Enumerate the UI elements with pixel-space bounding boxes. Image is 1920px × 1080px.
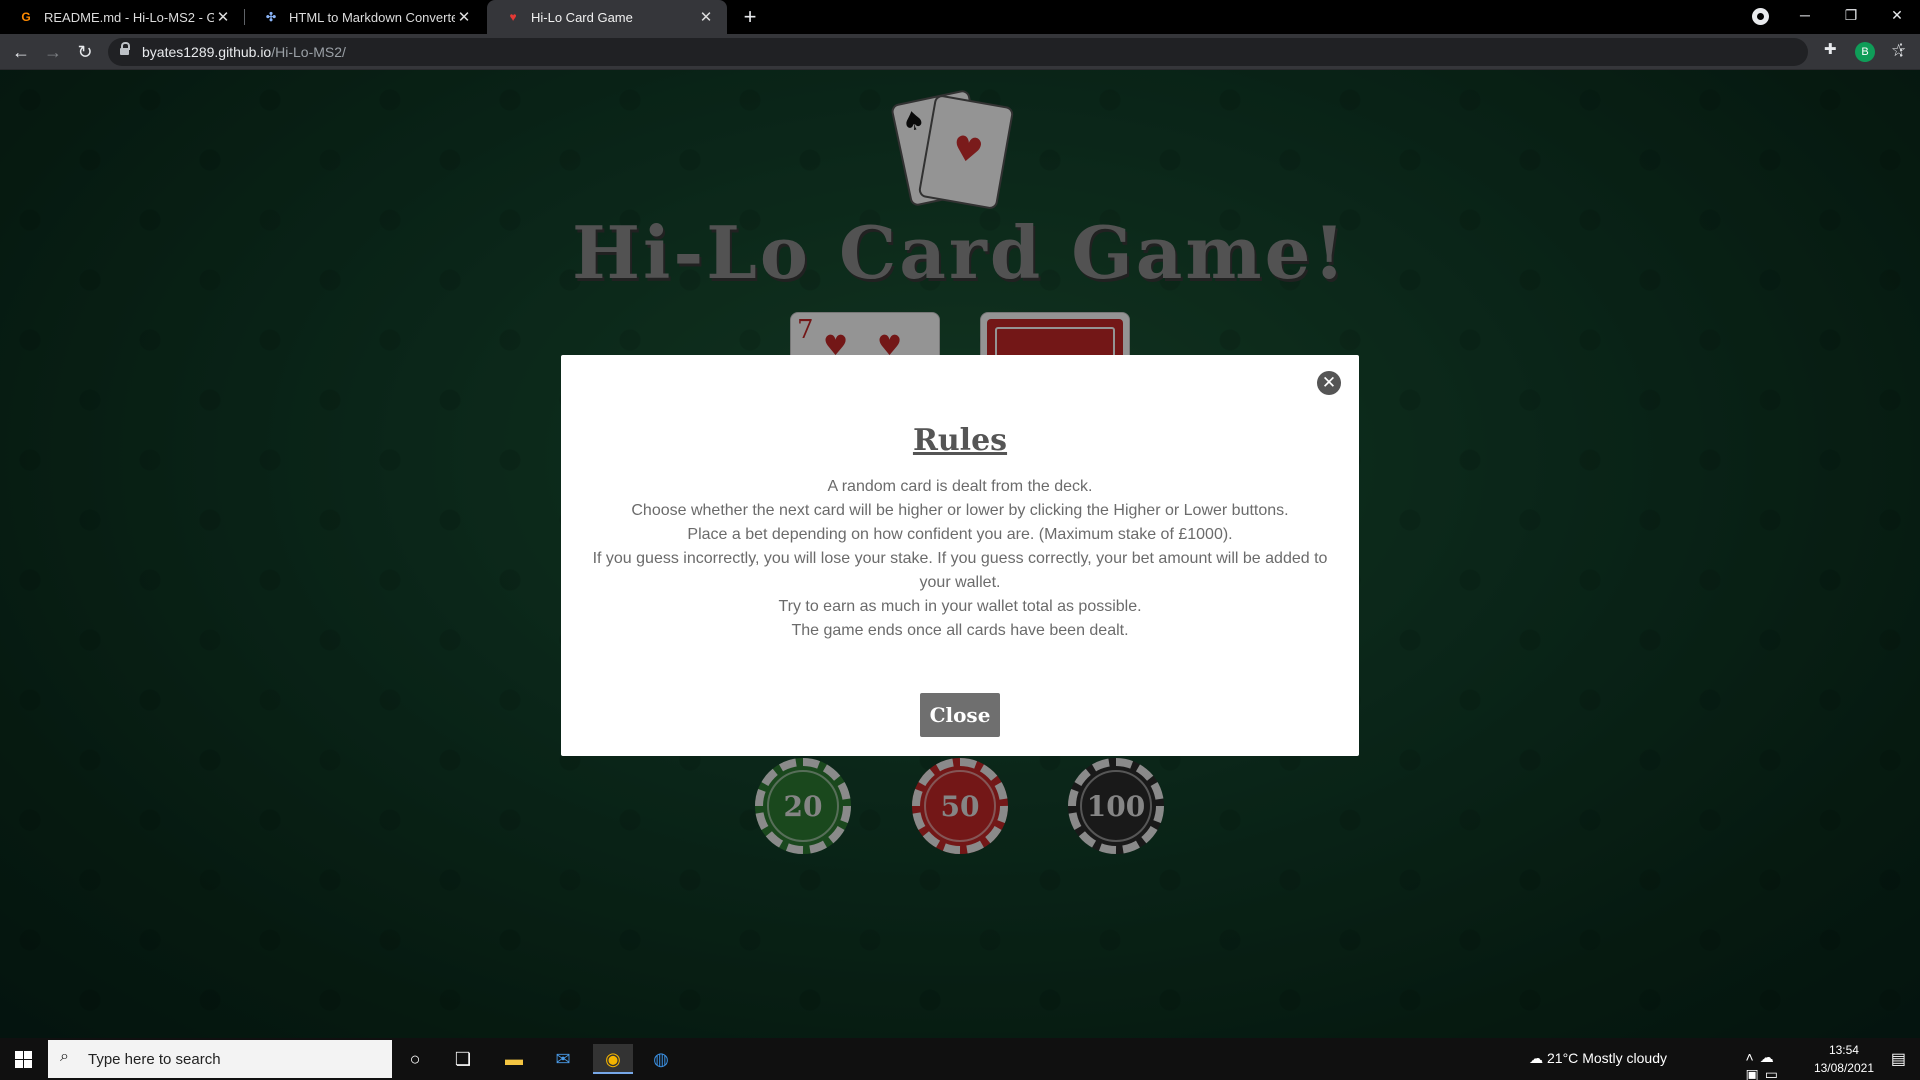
minimize-button[interactable]: ─: [1782, 0, 1828, 30]
url-path: /Hi-Lo-MS2/: [271, 44, 346, 60]
converter-icon: ✣: [265, 10, 277, 24]
media-control-icon[interactable]: [1752, 8, 1769, 25]
close-window-button[interactable]: ✕: [1874, 0, 1920, 30]
rule-line: Choose whether the next card will be hig…: [631, 502, 1289, 519]
tray-icons[interactable]: ˄☁▣▭🕪: [1746, 1049, 1784, 1080]
search-icon: ⌕: [60, 1048, 69, 1065]
rule-line: Try to earn as much in your wallet total…: [778, 598, 1142, 615]
gitpod-icon: G: [21, 10, 31, 24]
clock-date: 13/08/2021: [1813, 1061, 1874, 1075]
weather-widget[interactable]: ☁ 21°C Mostly cloudy: [1529, 1050, 1667, 1067]
mail-icon[interactable]: ✉: [543, 1044, 583, 1074]
tab-hi-lo-card-game[interactable]: ♥ Hi-Lo Card Game ✕: [487, 0, 727, 34]
rules-text: A random card is dealt from the deck. Ch…: [589, 475, 1331, 643]
url-text: byates1289.github.io/Hi-Lo-MS2/: [142, 44, 346, 60]
forward-button[interactable]: →: [41, 40, 65, 64]
window-controls: ─ ❐ ✕: [1782, 0, 1920, 34]
page-viewport: ♠ ♥ Hi-Lo Card Game! 7 ♥ ♥ 20 50 100 ✕ R…: [0, 70, 1920, 1038]
browser-menu-icon[interactable]: ⋮: [1893, 40, 1909, 60]
taskbar-search-box[interactable]: ⌕ Type here to search: [48, 1040, 392, 1078]
new-tab-button[interactable]: +: [737, 4, 763, 30]
cloud-icon: ☁: [1529, 1050, 1544, 1066]
browser-tab-strip: G README.md - Hi-Lo-MS2 - Gitpo ✕ ✣ HTML…: [0, 0, 1920, 34]
weather-temp: 21°C: [1547, 1050, 1579, 1066]
url-host: byates1289.github.io: [142, 44, 272, 60]
rule-line: The game ends once all cards have been d…: [791, 622, 1129, 639]
cortana-icon[interactable]: ○: [395, 1044, 435, 1074]
windows-start-icon[interactable]: [0, 1038, 46, 1080]
back-button[interactable]: ←: [9, 40, 33, 64]
address-bar[interactable]: byates1289.github.io/Hi-Lo-MS2/ ☆: [108, 38, 1906, 66]
rule-line: Place a bet depending on how confident y…: [687, 526, 1233, 543]
file-explorer-icon[interactable]: ▬: [494, 1044, 534, 1074]
windows-taskbar: ⌕ Type here to search ○ ❏ ▬ ✉ ◉ ◍ ☁ 21°C…: [0, 1038, 1920, 1080]
close-icon[interactable]: ✕: [214, 8, 232, 26]
tab-readme[interactable]: G README.md - Hi-Lo-MS2 - Gitpo ✕: [0, 0, 244, 34]
restore-button[interactable]: ❐: [1828, 0, 1874, 30]
rule-line: A random card is dealt from the deck.: [827, 478, 1093, 495]
tab-html-to-markdown[interactable]: ✣ HTML to Markdown Converter - ✕: [245, 0, 485, 34]
notification-icon[interactable]: ▤: [1891, 1049, 1906, 1069]
reload-button[interactable]: ↻: [73, 40, 97, 64]
modal-title: Rules: [912, 423, 1008, 458]
rules-modal: ✕ Rules A random card is dealt from the …: [561, 355, 1359, 756]
extensions-puzzle-icon[interactable]: ✚: [1824, 40, 1837, 58]
close-button[interactable]: Close: [920, 693, 1000, 737]
firefox-icon[interactable]: ◍: [641, 1044, 681, 1074]
close-icon[interactable]: ✕: [697, 8, 715, 26]
weather-desc: Mostly cloudy: [1582, 1050, 1667, 1066]
browser-toolbar: ← → ↻ byates1289.github.io/Hi-Lo-MS2/ ☆ …: [0, 34, 1920, 70]
search-placeholder: Type here to search: [88, 1051, 221, 1068]
rule-line: If you guess incorrectly, you will lose …: [592, 550, 1328, 591]
profile-avatar[interactable]: B: [1855, 42, 1875, 62]
close-icon[interactable]: ✕: [455, 8, 473, 26]
cards-icon: ♥: [509, 10, 517, 24]
lock-icon[interactable]: [120, 42, 130, 57]
clock-time: 13:54: [1828, 1043, 1859, 1057]
system-clock[interactable]: 13:54 13/08/2021: [1814, 1041, 1874, 1077]
task-view-icon[interactable]: ❏: [443, 1044, 483, 1074]
tab-title: HTML to Markdown Converter -: [289, 9, 455, 25]
tab-title: Hi-Lo Card Game: [531, 9, 633, 25]
tab-title: README.md - Hi-Lo-MS2 - Gitpo: [44, 9, 214, 25]
close-icon[interactable]: ✕: [1317, 371, 1341, 395]
chrome-icon[interactable]: ◉: [593, 1044, 633, 1074]
